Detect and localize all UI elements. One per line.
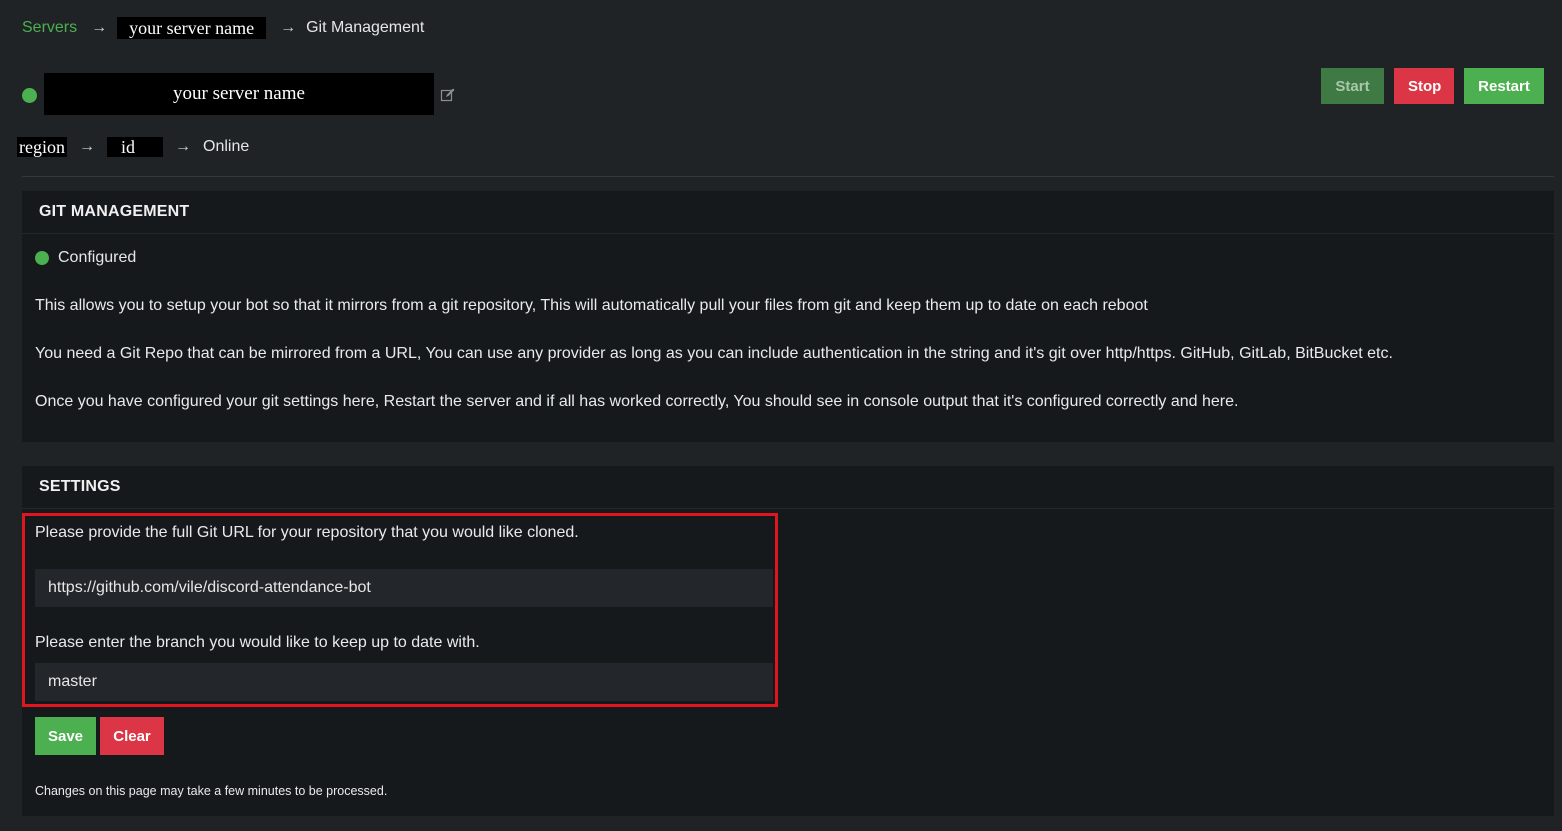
configured-status-label: Configured bbox=[58, 249, 137, 266]
breadcrumb-server-link[interactable]: your server name bbox=[117, 17, 267, 39]
arrow-right-icon: → bbox=[91, 19, 108, 36]
server-region: region bbox=[17, 137, 67, 157]
server-name: your server name bbox=[44, 73, 434, 115]
restart-button[interactable]: Restart bbox=[1464, 68, 1544, 104]
settings-panel: SETTINGS Please provide the full Git URL… bbox=[22, 466, 1554, 816]
git-url-input[interactable] bbox=[35, 569, 773, 607]
divider bbox=[22, 176, 1554, 177]
status-dot-icon bbox=[35, 251, 49, 265]
panel-title: SETTINGS bbox=[22, 466, 1554, 509]
start-button[interactable]: Start bbox=[1321, 68, 1384, 104]
git-management-panel: GIT MANAGEMENT Configured This allows yo… bbox=[22, 191, 1554, 442]
arrow-right-icon: → bbox=[280, 19, 297, 36]
clear-button[interactable]: Clear bbox=[100, 717, 164, 755]
breadcrumb-current: Git Management bbox=[306, 19, 425, 36]
processing-note: Changes on this page may take a few minu… bbox=[35, 784, 388, 798]
branch-input[interactable] bbox=[35, 663, 773, 701]
git-url-label: Please provide the full Git URL for your… bbox=[35, 524, 579, 541]
stop-button[interactable]: Stop bbox=[1394, 68, 1454, 104]
breadcrumb-servers-link[interactable]: Servers bbox=[22, 19, 77, 37]
breadcrumb: Servers → your server name → Git Managem… bbox=[22, 16, 424, 40]
server-status-text: Online bbox=[203, 138, 250, 155]
status-dot-icon bbox=[22, 88, 37, 103]
description-paragraph: Once you have configured your git settin… bbox=[35, 393, 1239, 410]
arrow-right-icon: → bbox=[78, 138, 95, 155]
configured-status: Configured bbox=[35, 249, 136, 267]
git-management-page: Servers → your server name → Git Managem… bbox=[0, 0, 1562, 831]
branch-label: Please enter the branch you would like t… bbox=[35, 634, 480, 651]
edit-pencil-icon[interactable] bbox=[440, 87, 456, 103]
arrow-right-icon: → bbox=[175, 138, 191, 155]
panel-title: GIT MANAGEMENT bbox=[22, 191, 1554, 234]
server-location: region → id → Online bbox=[17, 136, 249, 158]
description-paragraph: This allows you to setup your bot so tha… bbox=[35, 297, 1148, 314]
server-id: id bbox=[106, 137, 163, 157]
description-paragraph: You need a Git Repo that can be mirrored… bbox=[35, 345, 1393, 362]
save-button[interactable]: Save bbox=[35, 717, 96, 755]
